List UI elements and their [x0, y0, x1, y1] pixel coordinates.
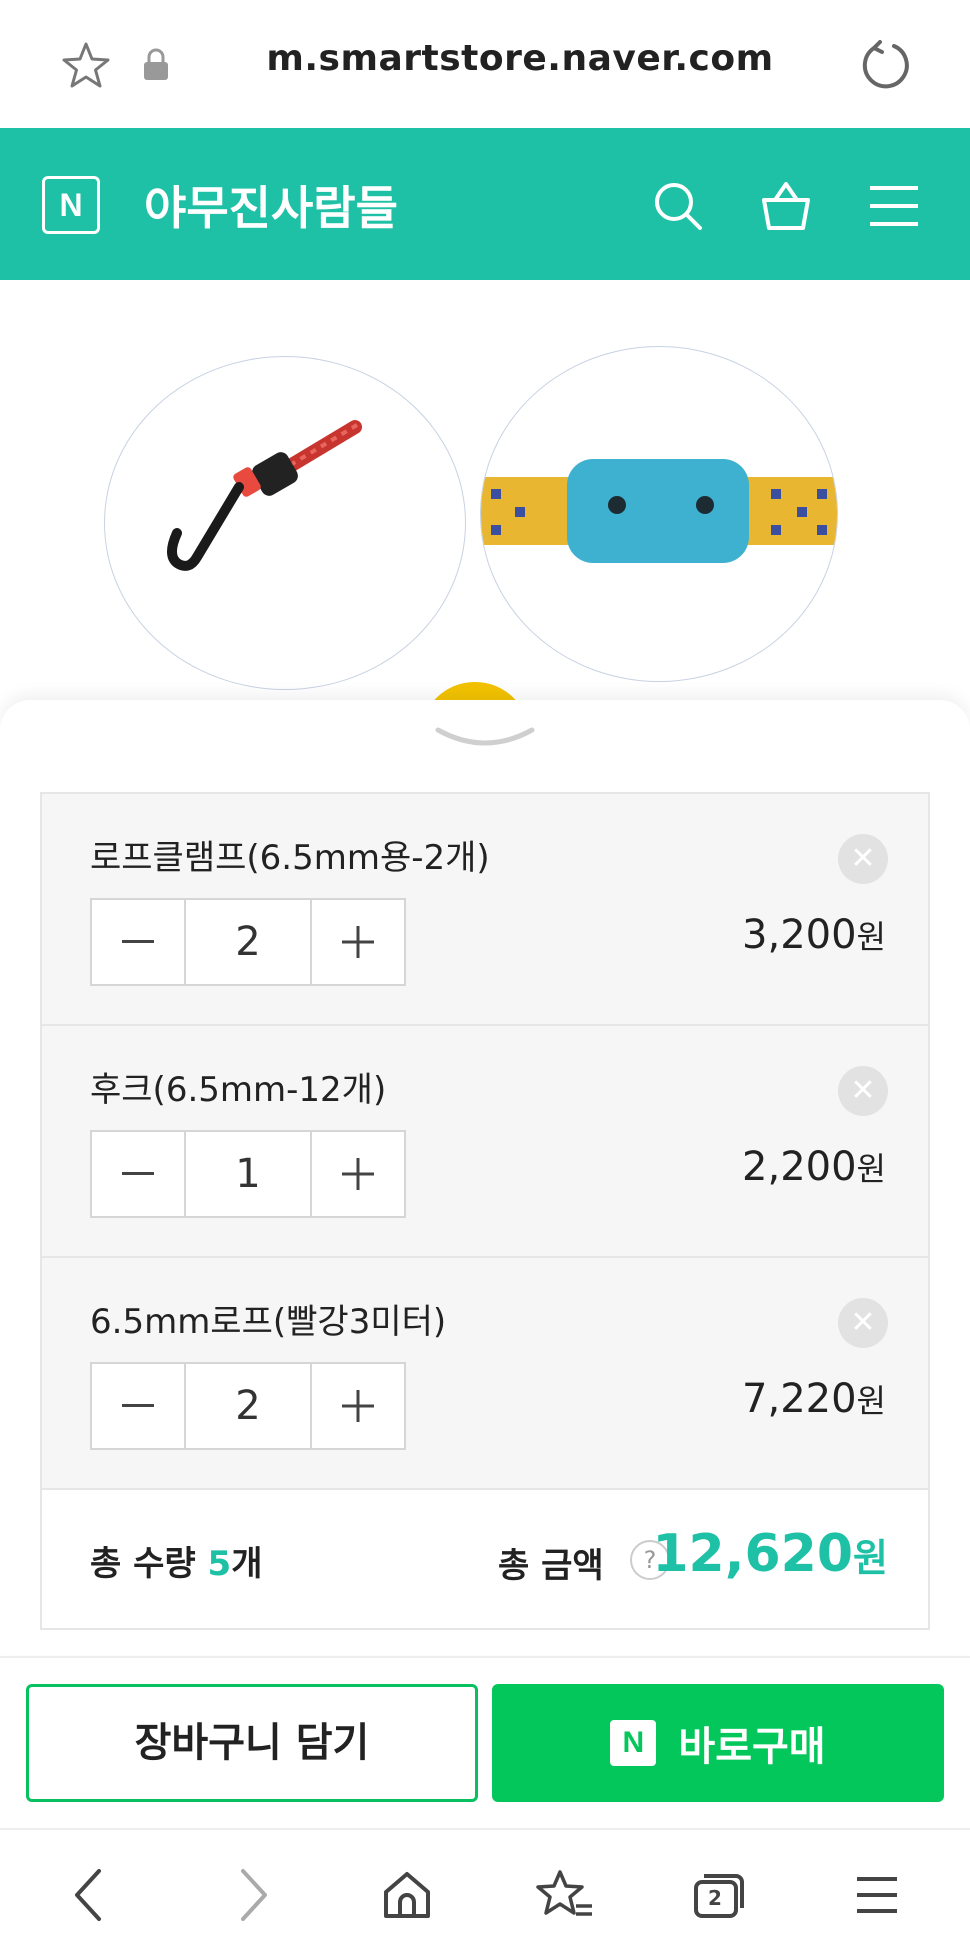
increase-button[interactable] — [312, 1132, 404, 1216]
minus-icon — [122, 940, 154, 943]
total-quantity: 총 수량 5개 — [90, 1536, 262, 1585]
browser-bottom-nav: 2 — [0, 1828, 970, 1955]
total-quantity-value: 5 — [207, 1544, 232, 1584]
minus-icon — [122, 1172, 154, 1175]
purchase-button-bar: 장바구니 담기 N 바로구매 — [0, 1656, 970, 1828]
currency-unit: 원 — [853, 1536, 888, 1580]
increase-button[interactable] — [312, 900, 404, 984]
plus-icon — [342, 1158, 374, 1190]
price-value: 2,200 — [742, 1144, 857, 1190]
bookmark-star-icon[interactable] — [60, 40, 112, 92]
option-item: 6.5mm로프(빨강3미터) ✕ 2 7,220원 — [42, 1258, 928, 1490]
search-icon[interactable] — [650, 178, 706, 234]
option-name: 6.5mm로프(빨강3미터) — [90, 1302, 447, 1342]
forward-icon — [241, 1869, 267, 1921]
quantity-stepper: 2 — [90, 898, 406, 986]
total-amount-value: 12,620 — [652, 1524, 854, 1584]
price-value: 7,220 — [742, 1376, 857, 1422]
bookmarks-button[interactable] — [530, 1860, 600, 1930]
decrease-button[interactable] — [92, 1132, 184, 1216]
currency-unit: 원 — [856, 1150, 886, 1188]
option-name: 후크(6.5mm-12개) — [90, 1070, 387, 1110]
tabs-button[interactable]: 2 — [684, 1860, 754, 1930]
store-header: N 야무진사람들 — [0, 128, 970, 280]
total-amount: 12,620원 — [652, 1524, 888, 1584]
plus-icon — [342, 1390, 374, 1422]
home-icon — [384, 1872, 430, 1918]
remove-option-button[interactable]: ✕ — [838, 1298, 888, 1348]
bookmarks-icon — [536, 1870, 592, 1916]
decrease-button[interactable] — [92, 1364, 184, 1448]
reload-icon[interactable] — [858, 38, 912, 92]
lock-icon — [144, 48, 168, 80]
hook-product-image[interactable] — [104, 356, 466, 690]
store-name[interactable]: 야무진사람들 — [144, 172, 398, 238]
quantity-input[interactable]: 1 — [184, 1132, 312, 1216]
quantity-input[interactable]: 2 — [184, 1364, 312, 1448]
currency-unit: 원 — [856, 1382, 886, 1420]
browser-address-bar: m.smartstore.naver.com — [0, 0, 970, 128]
option-price: 7,220원 — [742, 1376, 886, 1422]
option-price: 3,200원 — [742, 912, 886, 958]
decrease-button[interactable] — [92, 900, 184, 984]
home-button[interactable] — [372, 1860, 442, 1930]
total-quantity-label: 총 수량 — [90, 1544, 196, 1584]
quantity-stepper: 1 — [90, 1130, 406, 1218]
minus-icon — [122, 1404, 154, 1407]
url-text[interactable]: m.smartstore.naver.com — [260, 38, 780, 79]
buy-now-button[interactable]: N 바로구매 — [492, 1684, 944, 1802]
tab-count: 2 — [708, 1886, 722, 1910]
option-price: 2,200원 — [742, 1144, 886, 1190]
quantity-stepper: 2 — [90, 1362, 406, 1450]
selected-options-box: 로프클램프(6.5mm용-2개) ✕ 2 3,200원 후크(6.5mm-12개… — [40, 792, 930, 1630]
close-icon: ✕ — [850, 1305, 876, 1340]
option-name: 로프클램프(6.5mm용-2개) — [90, 838, 490, 878]
option-item: 로프클램프(6.5mm용-2개) ✕ 2 3,200원 — [42, 794, 928, 1026]
currency-unit: 원 — [856, 918, 886, 956]
back-button[interactable] — [54, 1860, 124, 1930]
close-icon: ✕ — [850, 1073, 876, 1108]
remove-option-button[interactable]: ✕ — [838, 1066, 888, 1116]
close-icon: ✕ — [850, 841, 876, 876]
clamp-product-image[interactable] — [480, 346, 838, 682]
hook-illustration — [167, 420, 362, 571]
remove-option-button[interactable]: ✕ — [838, 834, 888, 884]
quantity-input[interactable]: 2 — [184, 900, 312, 984]
menu-icon — [857, 1877, 897, 1913]
menu-icon[interactable] — [866, 178, 922, 234]
naver-n-logo[interactable]: N — [42, 176, 100, 234]
collapse-chevron-icon[interactable] — [430, 722, 540, 758]
option-item: 후크(6.5mm-12개) ✕ 1 2,200원 — [42, 1026, 928, 1258]
buy-now-label: 바로구매 — [678, 1724, 826, 1770]
total-amount-label: 총 금액 — [498, 1546, 604, 1586]
plus-icon — [342, 926, 374, 958]
clamp-illustration — [481, 459, 837, 563]
total-quantity-unit: 개 — [231, 1544, 263, 1584]
product-image-area — [0, 280, 970, 720]
total-summary: 총 수량 5개 총 금액 ? 12,620원 — [42, 1490, 928, 1628]
shopping-bag-icon[interactable] — [758, 178, 814, 234]
increase-button[interactable] — [312, 1364, 404, 1448]
back-icon — [75, 1869, 101, 1921]
add-to-cart-button[interactable]: 장바구니 담기 — [26, 1684, 478, 1802]
price-value: 3,200 — [742, 912, 857, 958]
forward-button[interactable] — [218, 1860, 288, 1930]
naver-pay-icon: N — [610, 1720, 657, 1766]
browser-menu-button[interactable] — [842, 1860, 912, 1930]
option-bottom-sheet: 로프클램프(6.5mm용-2개) ✕ 2 3,200원 후크(6.5mm-12개… — [0, 700, 970, 1655]
